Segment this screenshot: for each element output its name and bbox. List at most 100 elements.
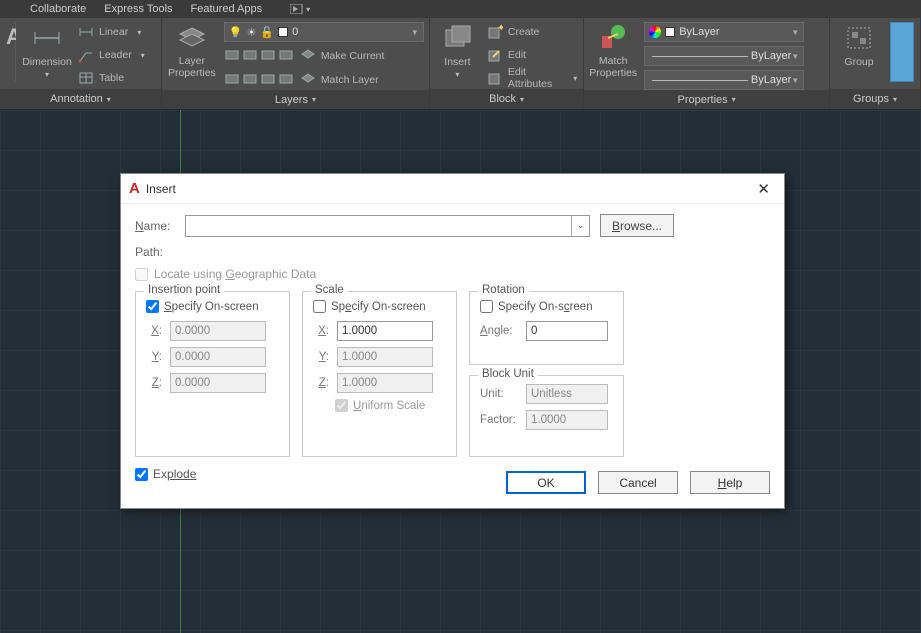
explode-label: Explode [153,467,196,481]
leader-button[interactable]: Leader▾ [78,45,145,65]
lightbulb-icon: 💡 [229,26,243,39]
layer-tool-1[interactable] [224,46,240,62]
uniform-scale-checkbox [335,399,348,412]
create-block-button[interactable]: ✦ Create [487,22,577,42]
menu-express-tools[interactable]: Express Tools [104,3,172,15]
group-rotation: Rotation Specify On-screen Angle: [469,291,624,365]
name-combo[interactable]: ⌄ [185,215,590,237]
menu-collaborate[interactable]: Collaborate [30,3,86,15]
panel-title-annotation[interactable]: Annotation▾ [0,89,161,109]
locate-geographic-label: Locate using Geographic Data [154,267,316,281]
scale-x-label: X: [313,325,329,337]
layers-icon [176,22,208,54]
side-tab[interactable] [890,22,914,82]
panel-groups: Group Groups▾ [830,18,921,109]
color-bylayer-label: ByLayer [679,26,719,38]
make-current-button[interactable]: Make Current [300,46,385,66]
edit-block-button[interactable]: Edit [487,45,577,65]
panel-title-properties[interactable]: Properties▾ [584,90,829,109]
insert-block-button[interactable]: Insert ▾ [436,22,479,79]
close-icon[interactable]: ✕ [751,178,776,200]
group-block-unit: Block Unit Unit: Factor: [469,375,624,457]
panel-title-groups[interactable]: Groups▾ [830,89,920,109]
edit-icon [487,47,503,63]
match-layer-button[interactable]: Match Layer [300,70,379,90]
scale-specify-label: Specify On-screen [331,301,426,313]
layer-properties-button[interactable]: Layer Properties [168,22,216,79]
play-dropdown[interactable]: ▾ [290,4,310,14]
explode-checkbox[interactable] [135,468,148,481]
dialog-titlebar[interactable]: A Insert ✕ [121,174,784,204]
insertion-z-label: Z: [146,377,162,389]
rotation-specify-checkbox[interactable] [480,300,493,313]
table-icon [78,70,94,86]
ok-button[interactable]: OK [506,471,586,494]
browse-button[interactable]: Browse... [600,214,674,237]
group-insertion-point: Insertion point Specify On-screen X: Y: … [135,291,290,457]
svg-text:✦: ✦ [497,24,503,34]
chevron-down-icon: ▼ [791,28,799,37]
panel-title-layers[interactable]: Layers▾ [162,90,429,109]
panel-title-block[interactable]: Block▾ [430,89,583,109]
insertion-y-field [170,347,266,367]
panel-layers: Layer Properties 💡 ☀ 🔓 0 ▼ [162,18,430,109]
rotation-legend: Rotation [478,284,529,296]
group-label: Group [844,56,873,68]
factor-field [526,410,608,430]
linear-icon [78,24,94,40]
linetype-combo[interactable]: ByLayer ▼ [644,70,804,90]
layer-tool-3[interactable] [260,46,276,62]
factor-label: Factor: [480,414,518,426]
scale-x-field[interactable] [337,321,433,341]
match-label: Match Properties [589,56,637,79]
layer-tool-2[interactable] [242,46,258,62]
color-wheel-icon [649,26,661,38]
dialog-title: Insert [146,182,176,196]
chevron-down-icon: ▼ [791,76,799,85]
match-icon [597,22,629,54]
scale-legend: Scale [311,284,348,296]
swatch-icon [665,27,675,37]
match-properties-button[interactable]: Match Properties [590,22,636,79]
sun-icon: ☀ [247,26,257,39]
menu-featured-apps[interactable]: Featured Apps [191,3,263,15]
panel-block: Insert ▾ ✦ Create Edit Edit Attributes▾ … [430,18,584,109]
layer-combo[interactable]: 💡 ☀ 🔓 0 ▼ [224,22,424,42]
autocad-logo-icon: A [129,180,140,197]
dimension-icon [31,22,63,54]
text-button-edge[interactable]: A [6,22,16,82]
layer-tool-4[interactable] [278,46,294,62]
menubar: Collaborate Express Tools Featured Apps … [0,0,921,18]
locate-geographic-checkbox [135,268,148,281]
chevron-down-icon[interactable]: ⌄ [571,216,589,236]
current-layer-name: 0 [292,26,298,38]
help-button[interactable]: Help [690,471,770,494]
insert-dialog: A Insert ✕ Name: ⌄ Browse... Path: Locat… [120,173,785,509]
layer-tool-8[interactable] [278,70,294,86]
create-label: Create [508,26,540,38]
table-button[interactable]: Table [78,68,145,88]
angle-field[interactable] [526,321,608,341]
layer-tool-6[interactable] [242,70,258,86]
layer-tool-5[interactable] [224,70,240,86]
line-sample-icon [652,56,748,57]
group-button[interactable]: Group [836,22,882,68]
lt-bylayer-label: ByLayer [751,74,791,86]
cancel-button[interactable]: Cancel [598,471,678,494]
edit-label: Edit [508,49,526,61]
scale-specify-checkbox[interactable] [313,300,326,313]
linear-button[interactable]: Linear▾ [78,22,145,42]
dimension-button[interactable]: Dimension ▾ [24,22,70,79]
edit-attributes-button[interactable]: Edit Attributes▾ [487,68,577,88]
make-current-icon [300,48,316,64]
lineweight-combo[interactable]: ByLayer ▼ [644,46,804,66]
match-layer-icon [300,72,316,88]
insertion-x-field [170,321,266,341]
layer-tool-7[interactable] [260,70,276,86]
edit-attr-label: Edit Attributes [508,66,566,90]
scale-y-field [337,347,433,367]
lw-bylayer-label: ByLayer [751,50,791,62]
panel-properties: Match Properties ByLayer ▼ ByLayer ▼ ByL… [584,18,830,109]
color-combo[interactable]: ByLayer ▼ [644,22,804,42]
insertion-specify-checkbox[interactable] [146,300,159,313]
